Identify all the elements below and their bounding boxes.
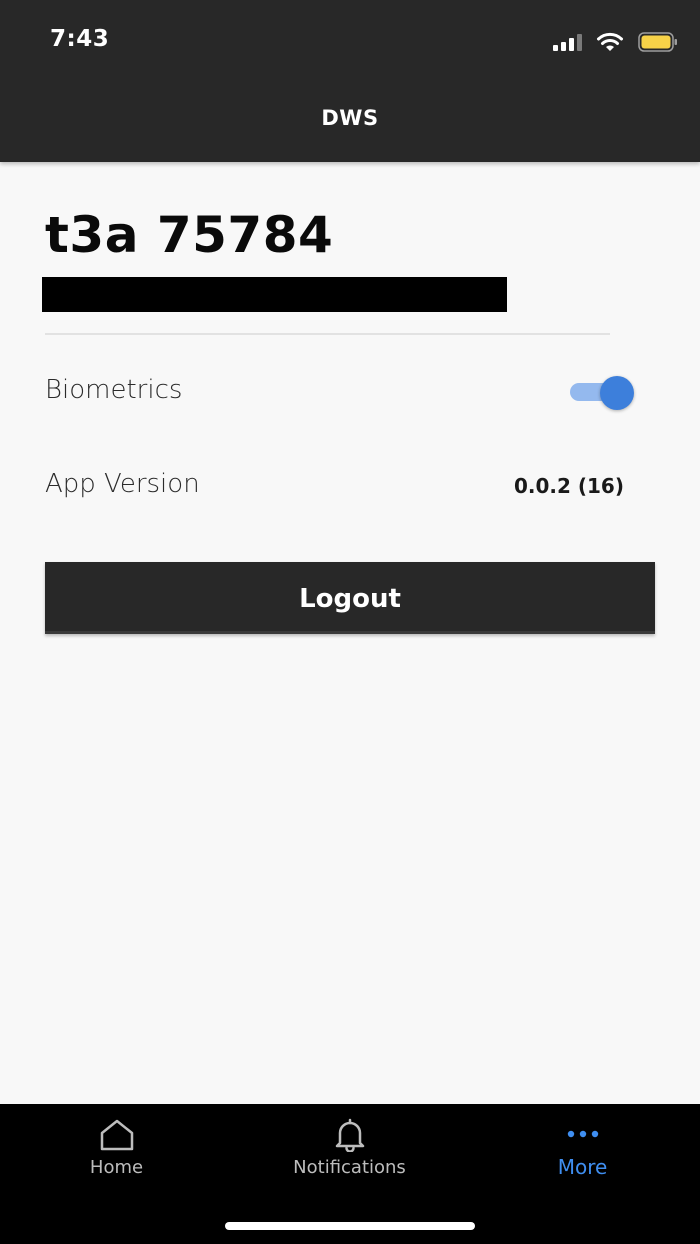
app-version-label: App Version: [45, 469, 200, 499]
home-icon: [100, 1119, 133, 1151]
more-dots-icon: [567, 1130, 598, 1138]
divider: [45, 333, 610, 335]
tab-notifications[interactable]: Notifications: [233, 1104, 466, 1194]
tab-label-home: Home: [89, 1157, 144, 1178]
nav-title: DWS: [321, 106, 379, 130]
logout-button[interactable]: Logout: [45, 562, 655, 634]
status-icons: [553, 30, 678, 54]
more-screen: 7:43 DWS t3a 75784 Biometrics App Versio…: [0, 0, 700, 1244]
redacted-bar: [42, 277, 507, 312]
toggle-knob: [600, 376, 634, 410]
header: 7:43 DWS: [0, 0, 700, 162]
battery-icon: [638, 32, 677, 52]
tab-label-more: More: [557, 1155, 608, 1179]
tab-label-notifications: Notifications: [293, 1157, 406, 1178]
wifi-icon: [597, 32, 623, 51]
status-time: 7:43: [50, 26, 110, 52]
home-indicator: [225, 1222, 475, 1230]
cellular-signal-icon: [553, 33, 582, 51]
app-version-value: 0.0.2 (16): [513, 474, 624, 498]
account-name: t3a 75784: [45, 206, 334, 264]
tab-more[interactable]: More: [466, 1104, 699, 1194]
bell-icon: [335, 1118, 364, 1152]
tab-home[interactable]: Home: [0, 1104, 233, 1194]
biometrics-toggle[interactable]: [568, 374, 638, 410]
biometrics-label: Biometrics: [45, 375, 183, 405]
